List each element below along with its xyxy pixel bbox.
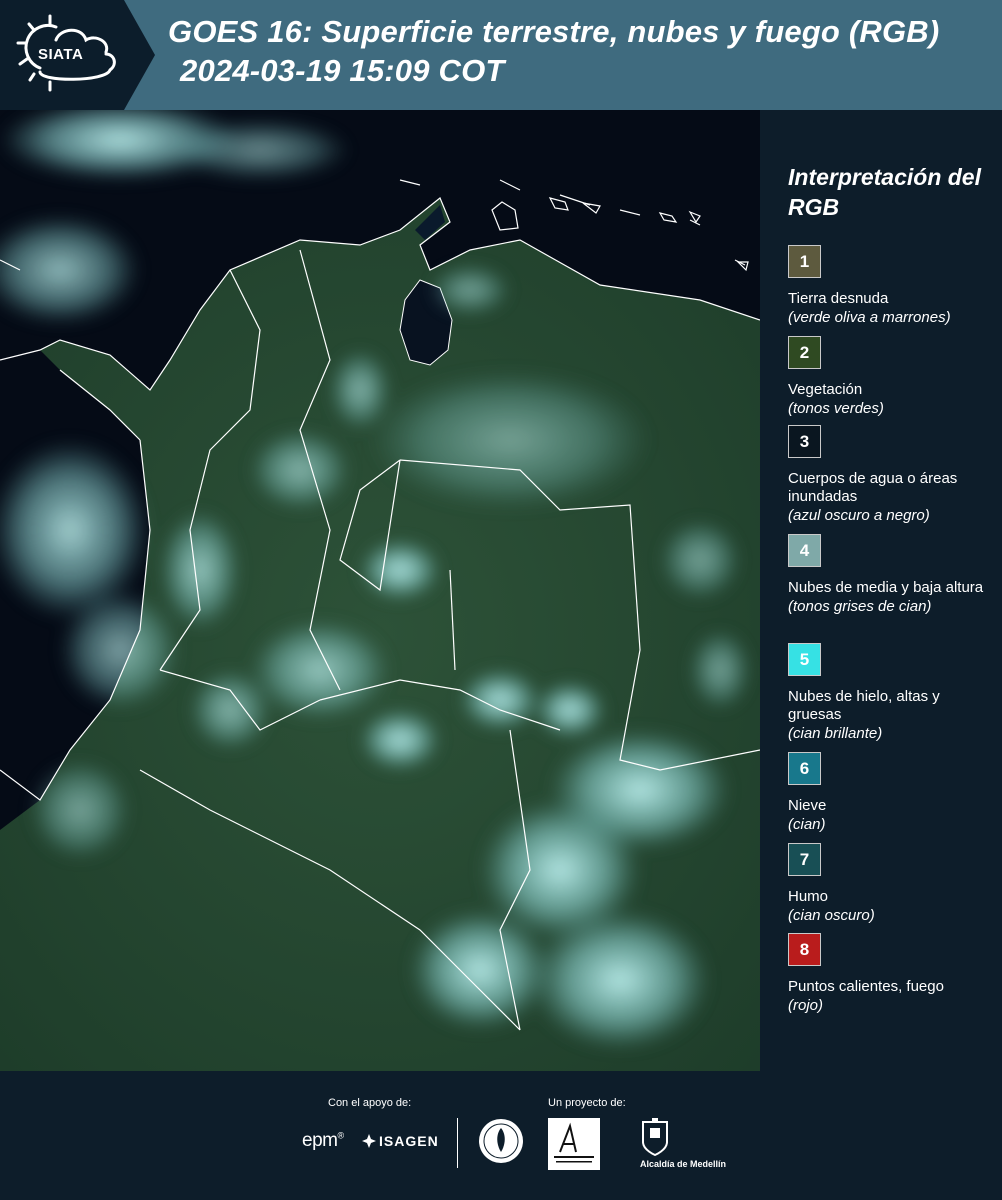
- legend-item-label: Tierra desnuda: [788, 290, 889, 307]
- legend-item-note: (cian brillante): [788, 725, 883, 742]
- legend-item-note: (cian oscuro): [788, 907, 875, 924]
- legend-item-label: Puntos calientes, fuego: [788, 978, 944, 995]
- legend-item-label: Nubes de media y baja altura: [788, 579, 984, 596]
- isagen-logo[interactable]: ISAGEN: [362, 1133, 439, 1149]
- legend-item-note: (tonos verdes): [788, 400, 884, 417]
- legend-item-note: (verde oliva a marrones): [788, 309, 951, 326]
- satellite-image: [0, 110, 760, 1071]
- legend-item: 4 Nubes de media y baja altura (tonos gr…: [788, 534, 993, 616]
- page-timestamp: 2024-03-19 15:09 COT: [180, 53, 505, 88]
- page-title: GOES 16: Superficie terrestre, nubes y f…: [168, 14, 940, 49]
- legend-swatch: 3: [788, 425, 821, 458]
- legend-swatch: 4: [788, 534, 821, 567]
- footer-divider: [457, 1118, 458, 1168]
- alcaldia-crest-icon[interactable]: [641, 1118, 669, 1156]
- legend-item: 1 Tierra desnuda (verde oliva a marrones…: [788, 245, 993, 327]
- legend-item-note: (tonos grises de cian): [788, 598, 932, 615]
- legend-swatch: 1: [788, 245, 821, 278]
- legend-item: 8 Puntos calientes, fuego (rojo): [788, 933, 993, 1015]
- epm-wordmark: epm: [302, 1130, 338, 1151]
- legend-swatch: 5: [788, 643, 821, 676]
- legend-item: 5 Nubes de hielo, altas y gruesas (cian …: [788, 643, 993, 743]
- logo-wordmark: SIATA: [38, 46, 84, 63]
- legend-item-label: Cuerpos de agua o áreas inundadas: [788, 470, 958, 505]
- epm-logo[interactable]: epm®: [302, 1130, 344, 1152]
- legend-swatch: 2: [788, 336, 821, 369]
- isagen-mark-icon: [362, 1134, 376, 1148]
- legend-item-label: Humo: [788, 888, 829, 905]
- legend-swatch: 7: [788, 843, 821, 876]
- legend-title: Interpretación del RGB: [788, 164, 981, 220]
- isagen-wordmark: ISAGEN: [379, 1133, 439, 1149]
- legend-item-label: Vegetación: [788, 381, 863, 398]
- siata-seal-icon[interactable]: [478, 1118, 524, 1164]
- satellite-map[interactable]: [0, 110, 760, 1071]
- area-metropolitana-logo[interactable]: [548, 1118, 600, 1170]
- legend-item-label: Nubes de hielo, altas y gruesas: [788, 688, 940, 723]
- legend-swatch: 8: [788, 933, 821, 966]
- siata-logo[interactable]: SIATA: [0, 0, 155, 110]
- legend-item: 3 Cuerpos de agua o áreas inundadas (azu…: [788, 425, 993, 525]
- header-bar: SIATA GOES 16: Superficie terrestre, nub…: [0, 0, 1002, 110]
- alcaldia-label: Alcaldía de Medellín: [640, 1159, 727, 1169]
- support-label: Con el apoyo de:: [328, 1097, 412, 1109]
- legend-item-note: (cian): [788, 816, 826, 833]
- legend-item-note: (azul oscuro a negro): [788, 507, 930, 524]
- legend-swatch: 6: [788, 752, 821, 785]
- project-label: Un proyecto de:: [548, 1097, 626, 1109]
- legend-item: 6 Nieve (cian): [788, 752, 993, 834]
- legend-item: 2 Vegetación (tonos verdes): [788, 336, 993, 418]
- legend-item-label: Nieve: [788, 797, 827, 814]
- legend-item: 7 Humo (cian oscuro): [788, 843, 993, 925]
- legend-item-note: (rojo): [788, 997, 824, 1014]
